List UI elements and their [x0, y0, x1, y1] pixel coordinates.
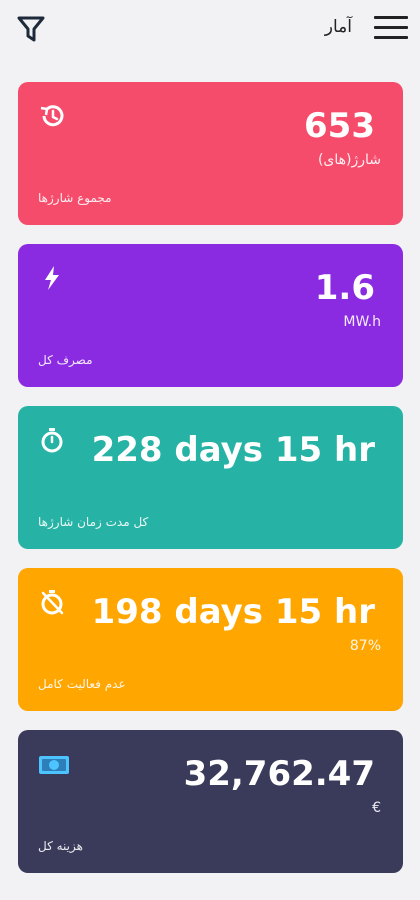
stat-card-total-duration[interactable]: 228 days 15 hr کل مدت زمان شارژها — [18, 406, 403, 549]
stat-label: هزینه کل — [38, 839, 83, 853]
stat-value: 198 days 15 hr — [91, 592, 375, 632]
stat-unit: 87% — [349, 638, 381, 654]
filter-icon[interactable] — [16, 14, 46, 44]
stat-card-total-cost[interactable]: 32,762.47 € هزینه کل — [18, 730, 403, 873]
lightning-icon — [38, 264, 66, 292]
stopwatch-off-icon — [38, 588, 66, 616]
stat-card-inactivity[interactable]: 198 days 15 hr 87% عدم فعالیت کامل — [18, 568, 403, 711]
stat-card-total-charges[interactable]: 653 شارژ(های) مجموع شارژها — [18, 82, 403, 225]
stat-card-total-consumption[interactable]: 1.6 MW.h مصرف کل — [18, 244, 403, 387]
stat-unit: € — [372, 800, 381, 816]
page-title: آمار — [324, 17, 352, 37]
stat-label: مصرف کل — [38, 353, 93, 367]
stat-label: مجموع شارژها — [38, 191, 112, 205]
history-icon — [38, 102, 66, 130]
money-icon — [38, 750, 69, 778]
stat-value: 1.6 — [314, 268, 375, 308]
stat-value: 32,762.47 — [183, 754, 375, 794]
app-header: آمار — [0, 0, 420, 62]
stat-unit: شارژ(های) — [317, 152, 381, 168]
stopwatch-icon — [38, 426, 66, 454]
stat-label: کل مدت زمان شارژها — [38, 515, 149, 529]
stat-value: 228 days 15 hr — [91, 430, 375, 470]
menu-icon[interactable] — [372, 12, 410, 44]
stat-value: 653 — [304, 106, 375, 146]
stat-label: عدم فعالیت کامل — [38, 677, 126, 691]
stat-unit: MW.h — [343, 314, 381, 330]
